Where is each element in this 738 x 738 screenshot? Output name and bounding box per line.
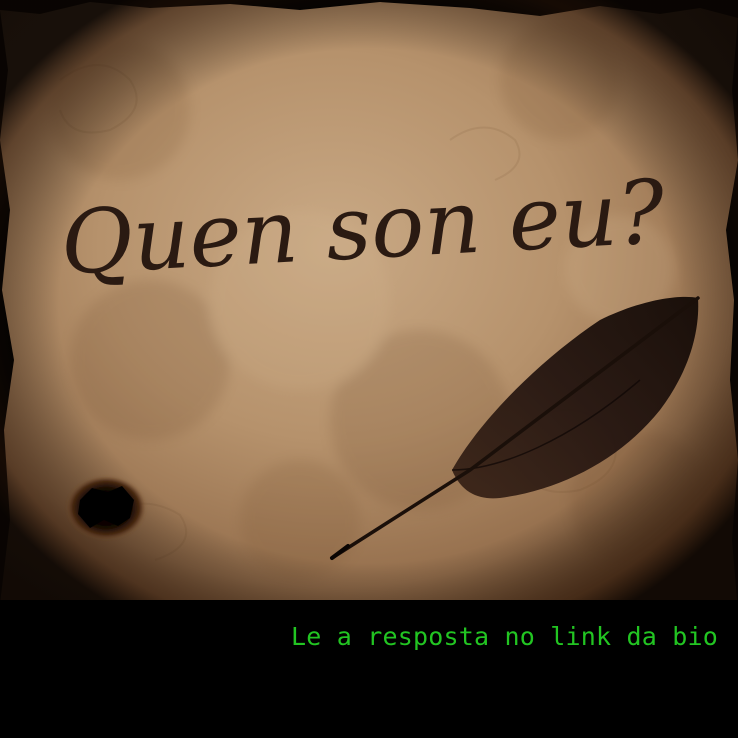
handwritten-title: Quen son eu?: [58, 160, 668, 295]
handwriting-layer: Quen son eu?: [58, 160, 668, 295]
photo-scene: Quen son eu? Le a resposta no link da bi…: [0, 0, 738, 738]
caption-bar: [0, 600, 738, 738]
caption-text: Le a resposta no link da bio: [290, 622, 718, 651]
parchment-area: Quen son eu?: [0, 0, 738, 612]
